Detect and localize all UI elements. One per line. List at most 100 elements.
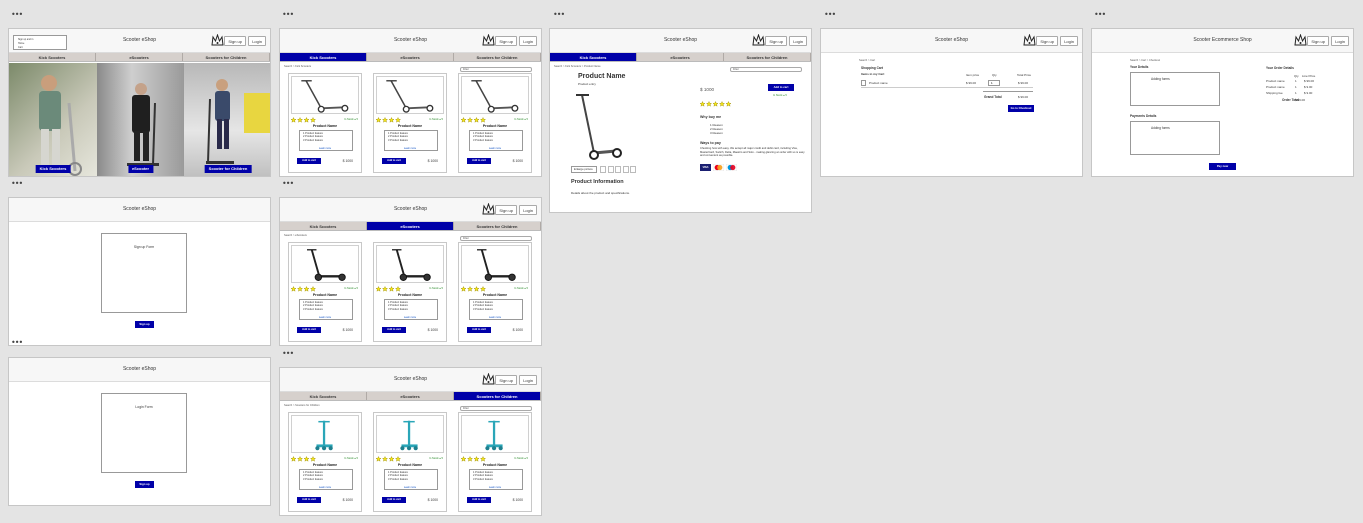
crown-logo-icon[interactable]: [482, 34, 495, 47]
breadcrumb[interactable]: Search > Scooters for Children: [284, 404, 320, 407]
filter-input[interactable]: Filter: [460, 236, 532, 241]
product-card[interactable]: In Stock ● 5 Product Name 1 Product feat…: [288, 242, 362, 342]
learn-more-link[interactable]: Learn more: [289, 316, 361, 319]
add-to-cart-button[interactable]: Add to cart: [297, 497, 321, 503]
tab-escooters[interactable]: eScooters: [637, 53, 724, 61]
add-to-cart-button[interactable]: Add to cart: [467, 497, 491, 503]
star-icon[interactable]: [310, 456, 316, 462]
product-image[interactable]: [291, 76, 359, 114]
login-button[interactable]: Login: [248, 36, 266, 46]
more-icon[interactable]: •••: [282, 180, 294, 188]
star-icon[interactable]: [395, 286, 401, 292]
tab-escooters[interactable]: eScooters: [367, 53, 454, 61]
product-name[interactable]: Product Name: [374, 463, 446, 467]
learn-more-link[interactable]: Learn more: [459, 486, 531, 489]
star-icon[interactable]: [297, 286, 303, 292]
star-icon[interactable]: [467, 286, 473, 292]
crown-logo-icon[interactable]: [752, 34, 765, 47]
star-icon[interactable]: [382, 117, 388, 123]
payment-form[interactable]: Adding forms: [1130, 121, 1220, 155]
tab-kick-scooters[interactable]: Kick Scooters: [280, 53, 367, 61]
star-icon[interactable]: [297, 456, 303, 462]
filter-input[interactable]: Filter: [460, 406, 532, 411]
star-icon[interactable]: [291, 117, 297, 123]
product-name[interactable]: Product Name: [374, 293, 446, 297]
tab-children[interactable]: Scooters for Children: [724, 53, 811, 61]
product-name[interactable]: Product Name: [459, 463, 531, 467]
star-icon[interactable]: [461, 456, 467, 462]
checkout-button[interactable]: Go to Checkout: [1008, 105, 1034, 112]
login-button[interactable]: Login: [789, 36, 807, 46]
tab-children[interactable]: Scooters for Children: [183, 53, 270, 61]
star-icon[interactable]: [473, 456, 480, 462]
signup-button[interactable]: Sign up: [495, 375, 517, 385]
star-icon[interactable]: [303, 286, 310, 292]
login-button[interactable]: Login: [519, 375, 537, 385]
rating-stars[interactable]: [461, 286, 493, 292]
product-name[interactable]: Product Name: [459, 293, 531, 297]
qty-select[interactable]: 1: [988, 80, 1000, 86]
star-icon[interactable]: [467, 456, 473, 462]
signup-button[interactable]: Sign up: [765, 36, 787, 46]
tab-escooters[interactable]: eScooters: [367, 222, 454, 230]
star-icon[interactable]: [310, 286, 316, 292]
product-image[interactable]: [291, 245, 359, 283]
tab-children[interactable]: Scooters for Children: [454, 392, 541, 400]
product-image[interactable]: [376, 245, 444, 283]
star-icon[interactable]: [480, 456, 486, 462]
add-to-cart-button[interactable]: Add to cart: [382, 158, 406, 164]
star-icon[interactable]: [473, 117, 480, 123]
learn-more-link[interactable]: Learn more: [374, 147, 446, 150]
star-icon[interactable]: [467, 117, 473, 123]
tab-escooters[interactable]: eScooters: [96, 53, 183, 61]
star-icon[interactable]: [388, 286, 395, 292]
crown-logo-icon[interactable]: [482, 203, 495, 216]
login-submit-button[interactable]: Sign up: [135, 481, 154, 488]
hero-caption[interactable]: Scooter for Children: [204, 165, 252, 173]
product-name[interactable]: Product Name: [374, 124, 446, 128]
star-icon[interactable]: [480, 286, 486, 292]
product-card[interactable]: In Stock ● 5 Product Name 1 Product feat…: [458, 73, 532, 173]
tab-kick-scooters[interactable]: Kick Scooters: [280, 222, 367, 230]
filter-input[interactable]: Filter: [460, 67, 532, 72]
learn-more-link[interactable]: Learn more: [374, 316, 446, 319]
thumbnail[interactable]: [600, 166, 606, 173]
more-icon[interactable]: •••: [282, 350, 294, 358]
product-image[interactable]: [376, 415, 444, 453]
star-icon[interactable]: [382, 286, 388, 292]
details-form[interactable]: Adding forms: [1130, 72, 1220, 106]
star-icon[interactable]: [376, 286, 382, 292]
crown-logo-icon[interactable]: [482, 373, 495, 386]
more-icon[interactable]: •••: [282, 11, 294, 19]
star-icon[interactable]: [310, 117, 316, 123]
learn-more-link[interactable]: Learn more: [289, 486, 361, 489]
breadcrumb[interactable]: Search > Cart > Checkout: [1130, 59, 1160, 62]
star-icon[interactable]: [712, 101, 719, 107]
tab-escooters[interactable]: eScooters: [367, 392, 454, 400]
more-icon[interactable]: •••: [1094, 11, 1106, 19]
signup-button[interactable]: Sign up: [495, 205, 517, 215]
more-icon[interactable]: •••: [11, 339, 23, 347]
hero-caption[interactable]: eScooter: [127, 165, 154, 173]
star-icon[interactable]: [473, 286, 480, 292]
learn-more-link[interactable]: Learn more: [459, 316, 531, 319]
product-card[interactable]: In Stock ● 5 Product Name 1 Product feat…: [288, 73, 362, 173]
add-to-cart-button[interactable]: Add to cart: [467, 158, 491, 164]
star-icon[interactable]: [461, 117, 467, 123]
star-icon[interactable]: [388, 117, 395, 123]
star-icon[interactable]: [700, 101, 706, 107]
tab-kick-scooters[interactable]: Kick Scooters: [9, 53, 96, 61]
add-to-cart-button[interactable]: Add to cart: [297, 327, 321, 333]
thumbnail[interactable]: [607, 166, 614, 173]
rating-stars[interactable]: [376, 456, 408, 462]
star-icon[interactable]: [706, 101, 712, 107]
product-image[interactable]: [376, 76, 444, 114]
product-card[interactable]: In Stock ● 5 Product Name 1 Product feat…: [373, 412, 447, 512]
add-to-cart-button[interactable]: Add to cart: [297, 158, 321, 164]
filter-input[interactable]: Filter: [730, 67, 802, 72]
more-icon[interactable]: •••: [824, 11, 836, 19]
learn-more-link[interactable]: Learn more: [459, 147, 531, 150]
hero-kick[interactable]: Kick Scooters: [9, 63, 97, 176]
star-icon[interactable]: [395, 456, 401, 462]
more-icon[interactable]: •••: [553, 11, 565, 19]
